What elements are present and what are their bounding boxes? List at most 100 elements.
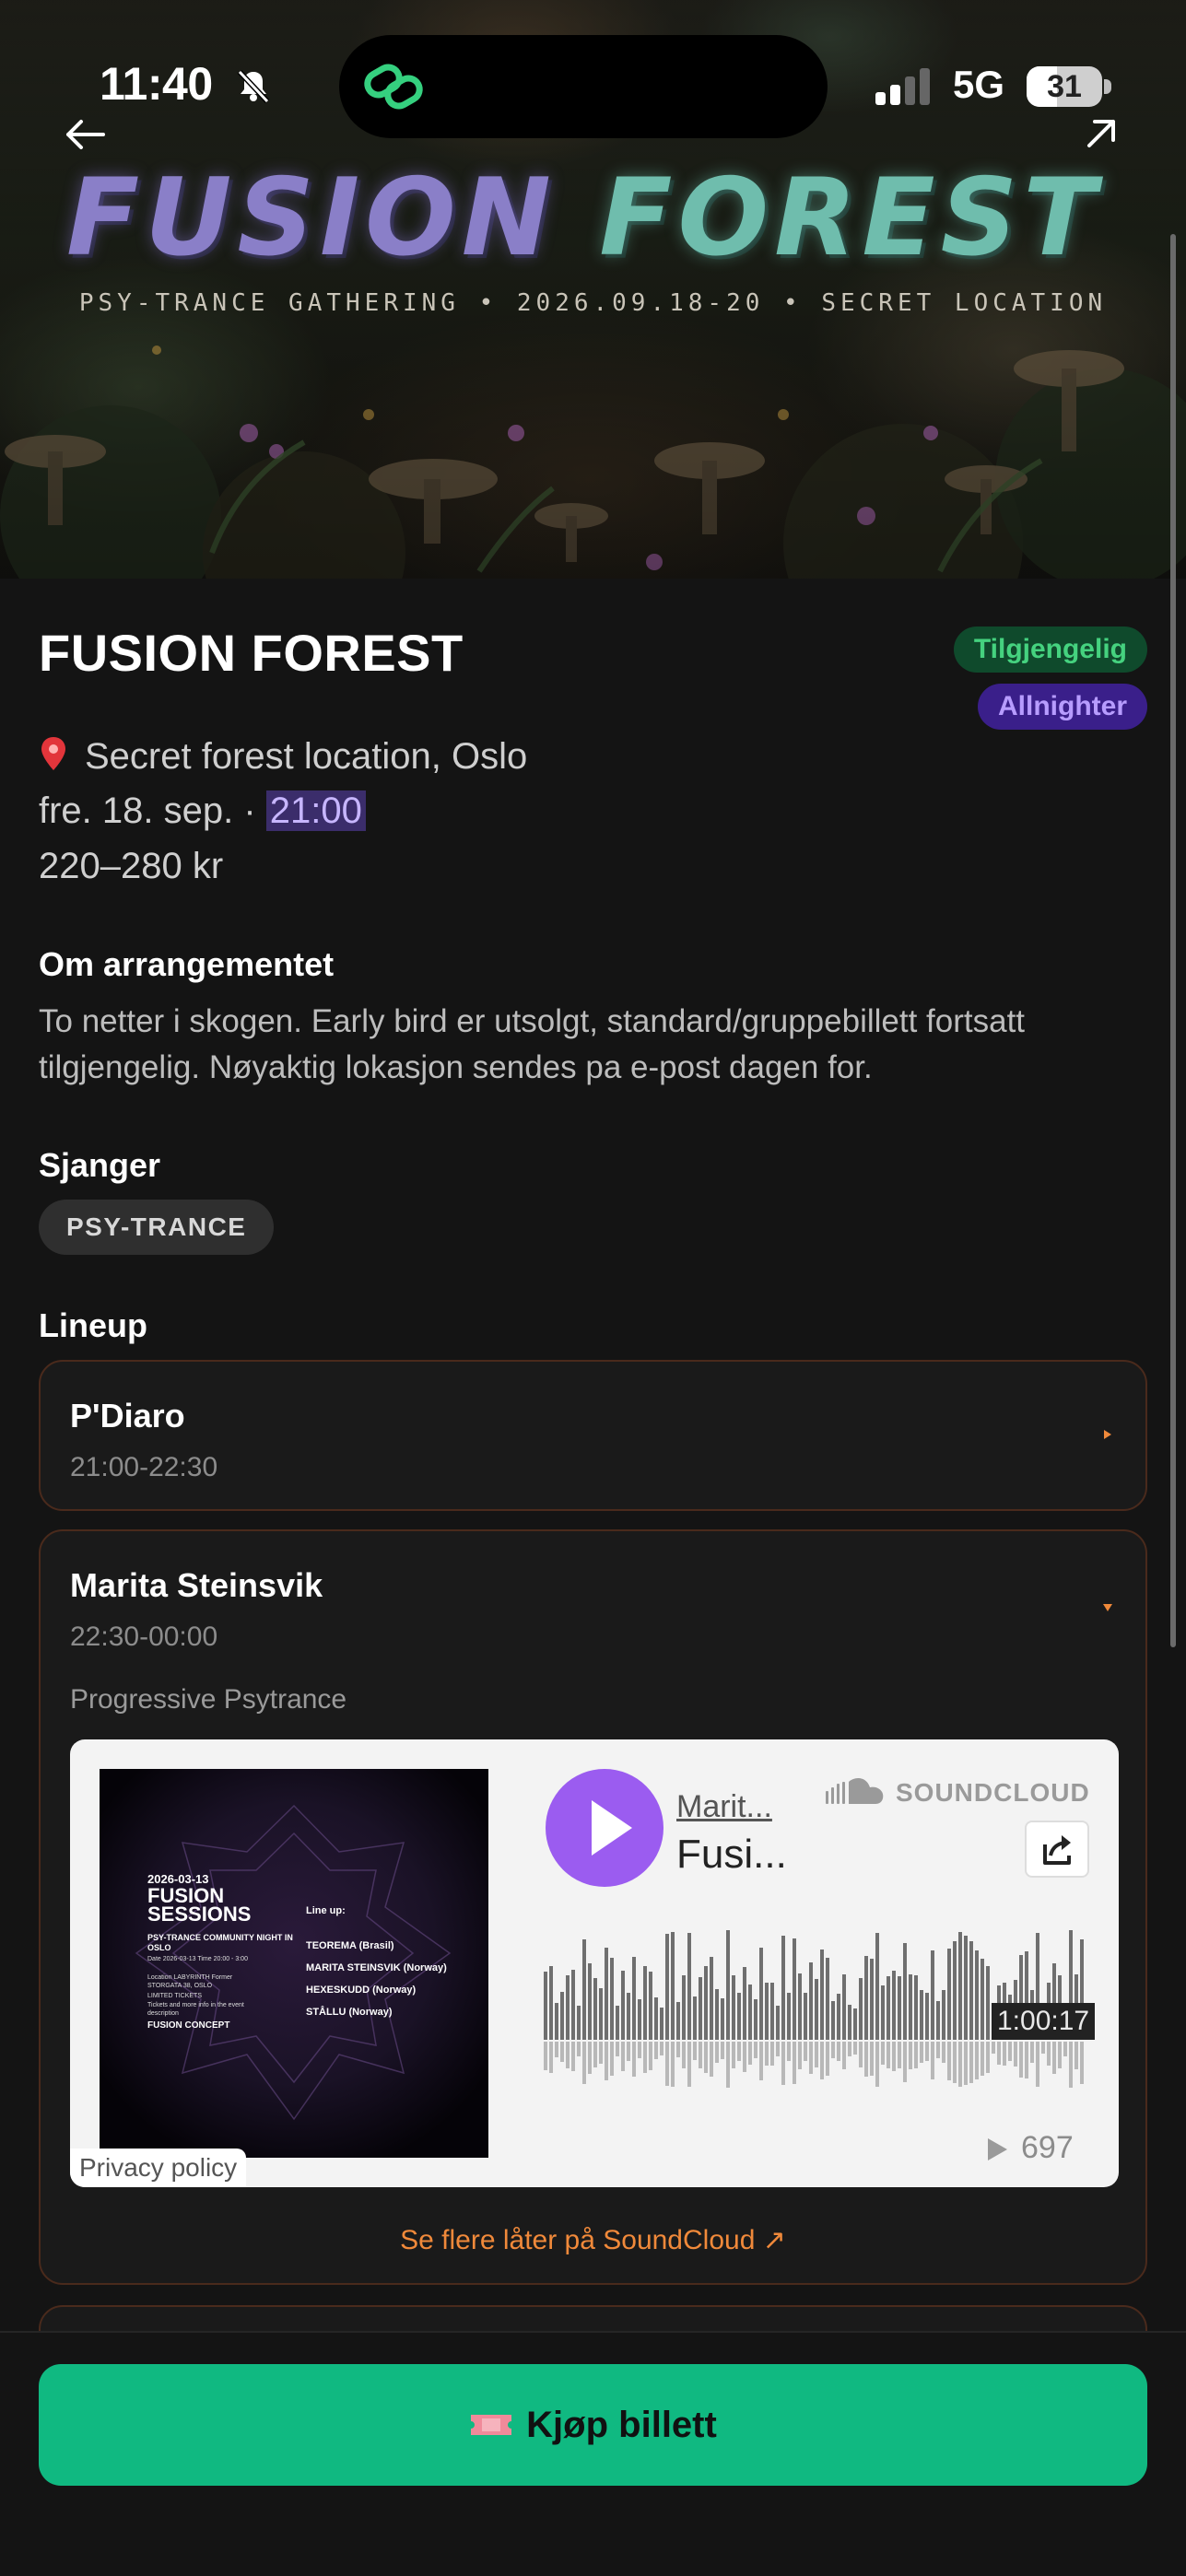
waveform-bar <box>864 1956 868 2040</box>
waveform-bar-reflection <box>809 2042 813 2074</box>
status-badge-available: Tilgjengelig <box>953 626 1147 673</box>
event-date: fre. 18. sep. · 21:00 <box>39 790 366 832</box>
waveform-bar-reflection <box>859 2042 863 2067</box>
genre-heading: Sjanger <box>39 1146 161 1184</box>
waveform-bar-reflection <box>676 2042 680 2057</box>
expand-arrow-icon[interactable] <box>1101 1428 1114 1441</box>
waveform-bar <box>815 1979 818 2040</box>
waveform-bar <box>599 1988 603 2040</box>
waveform-bar <box>781 1936 785 2040</box>
waveform-bar <box>953 1941 957 2040</box>
soundcloud-logo-icon[interactable] <box>824 1774 887 1806</box>
scrollbar[interactable] <box>1170 234 1176 1647</box>
waveform-bar <box>748 1985 752 2040</box>
track-artwork[interactable]: 2026-03-13 FUSION SESSIONS PSY-TRANCE CO… <box>100 1769 488 2158</box>
artwork-lineup-heading: Line up: <box>306 1905 346 1916</box>
waveform-bar-reflection <box>1047 2042 1051 2066</box>
waveform-bar <box>809 1962 813 2040</box>
waveform-bar <box>610 1958 614 2040</box>
waveform-bar-reflection <box>975 2042 979 2079</box>
waveform-bar-reflection <box>743 2042 746 2072</box>
back-arrow-icon[interactable] <box>63 116 107 153</box>
waveform-bar-reflection <box>958 2042 962 2087</box>
waveform-bar-reflection <box>793 2042 796 2084</box>
waveform-bar-reflection <box>1080 2042 1084 2084</box>
waveform-bar-reflection <box>826 2042 829 2076</box>
genre-chip[interactable]: PSY-TRANCE <box>39 1200 275 1255</box>
collapse-arrow-icon[interactable] <box>1101 1601 1114 1614</box>
soundcloud-brand[interactable]: SOUNDCLOUD <box>896 1778 1090 1808</box>
waveform-bar <box>793 1938 796 2040</box>
artwork-info: Tickets and more info in the event descr… <box>147 2002 244 2017</box>
waveform-bar-reflection <box>571 2042 575 2071</box>
buy-ticket-button[interactable]: Kjøp billett <box>39 2364 1147 2486</box>
more-soundcloud-link[interactable]: Se flere låter på SoundCloud ↗ <box>41 2224 1145 2256</box>
waveform-bar-reflection <box>1008 2042 1012 2061</box>
waveform-bar <box>676 2002 680 2040</box>
bell-muted-icon <box>237 69 270 104</box>
waveform-bar-reflection <box>1074 2042 1078 2069</box>
waveform-bar <box>704 1966 708 2040</box>
location-pin-icon <box>41 737 65 770</box>
event-price: 220–280 kr <box>39 846 224 886</box>
waveform-bar <box>804 1993 807 2040</box>
external-link-icon[interactable] <box>1082 114 1121 153</box>
waveform-bar <box>693 1996 697 2040</box>
waveform-bar <box>887 1976 890 2040</box>
waveform-bar-reflection <box>914 2042 918 2068</box>
waveform-bar <box>826 1958 829 2040</box>
waveform-bar-reflection <box>660 2042 663 2055</box>
waveform-bar-reflection <box>909 2042 912 2069</box>
waveform-bar-reflection <box>903 2042 907 2082</box>
waveform-bar-reflection <box>671 2042 675 2087</box>
waveform-bar-reflection <box>798 2042 802 2069</box>
track-title[interactable]: Fusi... <box>676 1832 796 1878</box>
waveform-bar-reflection <box>997 2042 1001 2065</box>
waveform-bar <box>981 1959 984 2040</box>
waveform-bar <box>566 1975 570 2040</box>
share-button[interactable] <box>1025 1821 1089 1878</box>
waveform-bar-reflection <box>964 2042 968 2085</box>
waveform-bar-reflection <box>605 2042 608 2080</box>
waveform-bar <box>632 1957 636 2040</box>
waveform-bar <box>831 2001 835 2040</box>
waveform-bar <box>654 1997 658 2040</box>
waveform-bar-reflection <box>969 2042 973 2083</box>
waveform-bar <box>969 1941 973 2040</box>
artwork-subtitle: PSY-TRANCE COMMUNITY NIGHT IN OSLO <box>147 1933 293 1952</box>
hero-title-word1: FUSION <box>66 156 557 280</box>
waveform-bar-reflection <box>560 2042 564 2062</box>
event-title: FUSION FOREST <box>39 624 464 682</box>
waveform-bar-reflection <box>787 2042 791 2061</box>
about-heading: Om arrangementet <box>39 945 335 983</box>
waveform-bar <box>787 1993 791 2040</box>
waveform-bar-reflection <box>699 2042 702 2068</box>
battery-level: 31 <box>1047 69 1082 104</box>
waveform-bar-reflection <box>815 2042 818 2067</box>
lineup-card-marita-steinsvik[interactable]: Marita Steinsvik 22:30-00:00 Progressive… <box>39 1529 1147 2285</box>
waveform-bar-reflection <box>1014 2042 1017 2067</box>
play-button[interactable] <box>546 1769 663 1887</box>
waveform-bar-reflection <box>549 2042 553 2073</box>
waveform-bar <box>770 1983 774 2040</box>
waveform-bar <box>660 2008 663 2040</box>
waveform-bar <box>903 1943 907 2040</box>
waveform-bar <box>732 1975 735 2040</box>
waveform-bar-reflection <box>754 2042 757 2058</box>
battery-nub <box>1104 79 1111 94</box>
waveform-bar-reflection <box>1058 2042 1062 2068</box>
waveform-bar-reflection <box>1030 2042 1034 2063</box>
waveform-bar <box>947 1949 951 2040</box>
waveform-bar <box>560 1992 564 2040</box>
soundcloud-player[interactable]: 2026-03-13 FUSION SESSIONS PSY-TRANCE CO… <box>70 1739 1119 2187</box>
waveform-bar-reflection <box>759 2042 763 2080</box>
artist-time: 22:30-00:00 <box>70 1622 218 1652</box>
play-icon <box>592 1800 632 1856</box>
lineup-card-pdiaro[interactable]: P'Diaro 21:00-22:30 <box>39 1360 1147 1511</box>
waveform-bar-reflection <box>898 2042 901 2068</box>
track-artist-link[interactable]: Marit... <box>676 1789 787 1825</box>
waveform-bar <box>699 1977 702 2040</box>
artwork-logo: FUSION CONCEPT <box>147 2020 230 2031</box>
privacy-policy-link[interactable]: Privacy policy <box>70 2149 247 2187</box>
artwork-info: Location LABYRINTH Former STORGATA 38, O… <box>147 1974 233 1989</box>
